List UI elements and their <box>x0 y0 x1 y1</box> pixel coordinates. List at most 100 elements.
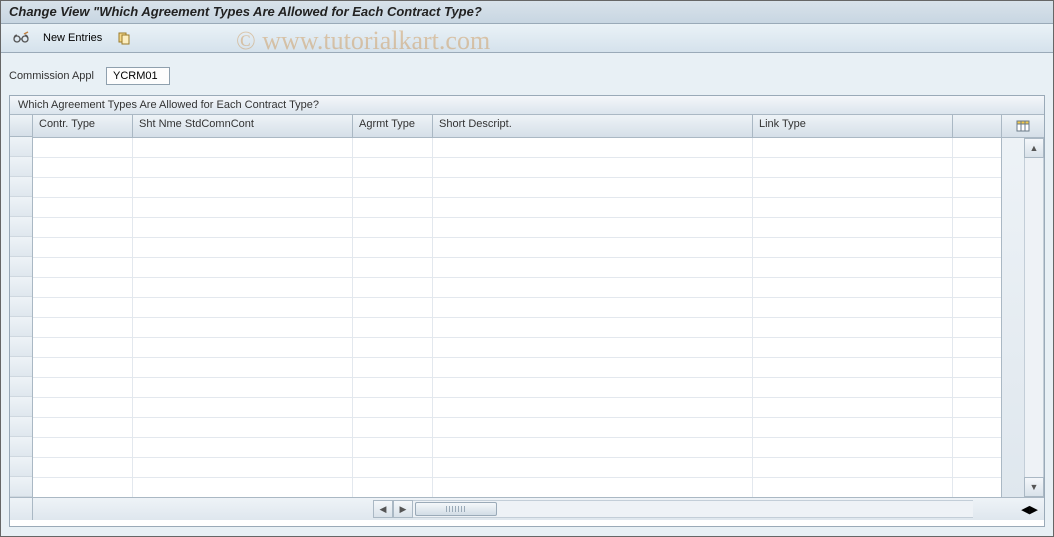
row-select-button[interactable] <box>10 317 32 337</box>
table-cell[interactable] <box>433 398 753 417</box>
table-cell[interactable] <box>753 218 953 237</box>
row-select-button[interactable] <box>10 157 32 177</box>
table-cell[interactable] <box>353 398 433 417</box>
table-cell[interactable] <box>433 378 753 397</box>
table-cell[interactable] <box>753 378 953 397</box>
table-cell[interactable] <box>753 238 953 257</box>
table-cell[interactable] <box>133 338 353 357</box>
table-cell[interactable] <box>33 298 133 317</box>
table-cell[interactable] <box>133 258 353 277</box>
table-cell[interactable] <box>353 138 433 157</box>
row-select-button[interactable] <box>10 417 32 437</box>
table-cell[interactable] <box>33 218 133 237</box>
table-cell[interactable] <box>433 198 753 217</box>
table-cell[interactable] <box>33 178 133 197</box>
table-cell[interactable] <box>133 318 353 337</box>
table-cell[interactable] <box>33 158 133 177</box>
table-cell[interactable] <box>33 278 133 297</box>
row-select-button[interactable] <box>10 197 32 217</box>
scroll-down-button[interactable]: ▼ <box>1024 477 1044 497</box>
table-cell[interactable] <box>353 438 433 457</box>
row-select-button[interactable] <box>10 297 32 317</box>
table-cell[interactable] <box>133 298 353 317</box>
table-cell[interactable] <box>753 298 953 317</box>
table-cell[interactable] <box>133 438 353 457</box>
table-cell[interactable] <box>753 138 953 157</box>
table-cell[interactable] <box>33 318 133 337</box>
row-select-button[interactable] <box>10 397 32 417</box>
table-cell[interactable] <box>433 458 753 477</box>
table-cell[interactable] <box>433 278 753 297</box>
table-cell[interactable] <box>753 278 953 297</box>
table-cell[interactable] <box>133 198 353 217</box>
table-cell[interactable] <box>753 178 953 197</box>
table-cell[interactable] <box>353 458 433 477</box>
table-cell[interactable] <box>33 358 133 377</box>
table-cell[interactable] <box>353 298 433 317</box>
table-settings-button[interactable] <box>1002 115 1044 138</box>
table-cell[interactable] <box>753 158 953 177</box>
table-cell[interactable] <box>133 398 353 417</box>
table-cell[interactable] <box>353 178 433 197</box>
table-cell[interactable] <box>133 178 353 197</box>
table-cell[interactable] <box>33 138 133 157</box>
table-cell[interactable] <box>753 458 953 477</box>
column-header[interactable]: Short Descript. <box>433 115 753 137</box>
column-header[interactable]: Sht Nme StdComnCont <box>133 115 353 137</box>
table-cell[interactable] <box>353 358 433 377</box>
table-cell[interactable] <box>353 258 433 277</box>
table-cell[interactable] <box>353 478 433 497</box>
table-cell[interactable] <box>133 238 353 257</box>
table-cell[interactable] <box>33 258 133 277</box>
scroll-left-button[interactable]: ◀ <box>373 500 393 518</box>
row-select-button[interactable] <box>10 277 32 297</box>
new-entries-button[interactable]: New Entries <box>39 31 106 45</box>
table-cell[interactable] <box>433 178 753 197</box>
select-all-rows-button[interactable] <box>10 115 32 137</box>
table-cell[interactable] <box>133 218 353 237</box>
table-cell[interactable] <box>753 318 953 337</box>
row-select-button[interactable] <box>10 457 32 477</box>
table-cell[interactable] <box>433 338 753 357</box>
table-cell[interactable] <box>133 278 353 297</box>
table-cell[interactable] <box>433 478 753 497</box>
table-cell[interactable] <box>433 358 753 377</box>
table-cell[interactable] <box>433 238 753 257</box>
table-cell[interactable] <box>33 198 133 217</box>
table-cell[interactable] <box>753 478 953 497</box>
row-select-button[interactable] <box>10 477 32 497</box>
table-cell[interactable] <box>753 258 953 277</box>
scroll-left-end-button[interactable]: ◀ <box>1021 503 1029 516</box>
table-cell[interactable] <box>133 478 353 497</box>
scroll-right-end-button[interactable]: ▶ <box>1030 503 1038 516</box>
table-cell[interactable] <box>353 318 433 337</box>
table-cell[interactable] <box>133 358 353 377</box>
table-cell[interactable] <box>433 158 753 177</box>
table-cell[interactable] <box>133 458 353 477</box>
table-cell[interactable] <box>133 158 353 177</box>
table-cell[interactable] <box>753 198 953 217</box>
table-cell[interactable] <box>433 258 753 277</box>
commission-appl-field[interactable]: YCRM01 <box>106 67 170 85</box>
table-cell[interactable] <box>433 318 753 337</box>
table-cell[interactable] <box>433 418 753 437</box>
table-cell[interactable] <box>433 438 753 457</box>
table-cell[interactable] <box>33 338 133 357</box>
column-header[interactable]: Link Type <box>753 115 953 137</box>
table-cell[interactable] <box>353 278 433 297</box>
vertical-scrollbar[interactable]: ▲ ▼ <box>1024 138 1044 497</box>
row-select-button[interactable] <box>10 437 32 457</box>
copy-as-button[interactable] <box>112 30 136 46</box>
table-cell[interactable] <box>753 358 953 377</box>
table-cell[interactable] <box>353 158 433 177</box>
table-cell[interactable] <box>33 458 133 477</box>
scroll-right-step-button[interactable]: ▶ <box>393 500 413 518</box>
table-cell[interactable] <box>133 378 353 397</box>
table-cell[interactable] <box>353 418 433 437</box>
horizontal-scroll-thumb[interactable] <box>415 502 497 516</box>
row-select-button[interactable] <box>10 337 32 357</box>
table-cell[interactable] <box>33 478 133 497</box>
table-cell[interactable] <box>133 418 353 437</box>
table-cell[interactable] <box>33 238 133 257</box>
table-cell[interactable] <box>433 218 753 237</box>
